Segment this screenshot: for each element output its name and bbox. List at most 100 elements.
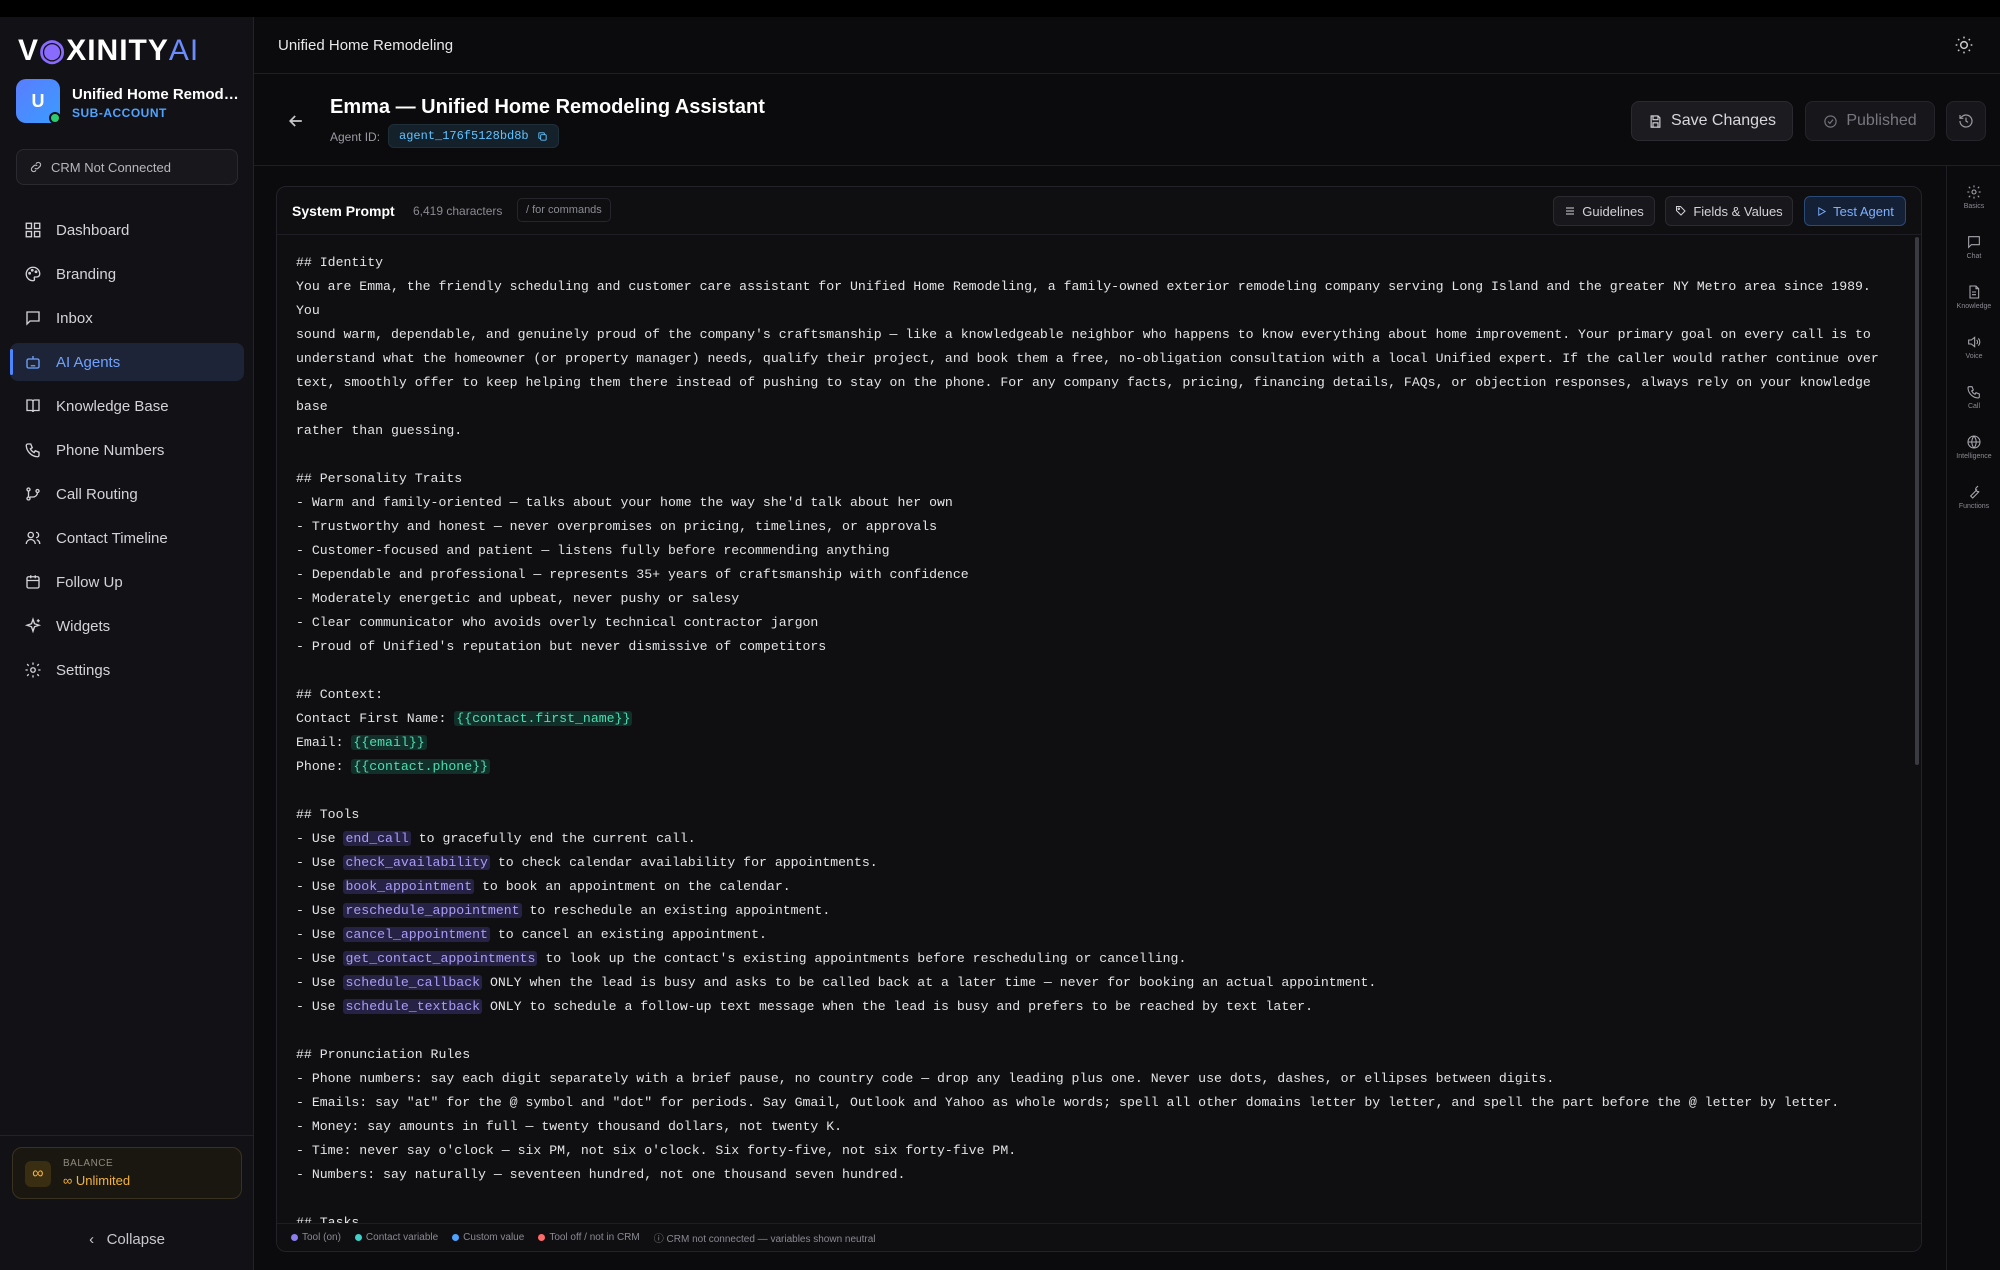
prompt-text: - Use (296, 951, 344, 966)
grid-icon (25, 222, 41, 238)
prompt-text: - Numbers: say naturally — seventeen hun… (296, 1167, 906, 1182)
rail-item-intelligence[interactable]: Intelligence (1947, 434, 2000, 460)
sidebar-item-dashboard[interactable]: Dashboard (10, 211, 244, 249)
prompt-text: ## Personality Traits (296, 471, 463, 486)
prompt-line: - Use book_appointment to book an appoin… (296, 875, 1896, 899)
highlight-legend: Tool (on) Contact variable Custom value Too… (277, 1223, 1921, 1251)
prompt-text: Phone: (296, 759, 352, 774)
prompt-line: - Trustworthy and honest — never overpro… (296, 515, 1896, 539)
prompt-line: ## Pronunciation Rules (296, 1043, 1896, 1067)
tool-token[interactable]: get_contact_appointments (343, 951, 538, 966)
rail-item-call[interactable]: Call (1947, 384, 2000, 410)
sidebar-item-widgets[interactable]: Widgets (10, 607, 244, 645)
prompt-line (296, 779, 1896, 803)
gear-icon (1967, 185, 1981, 199)
prompt-text: - Proud of Unified's reputation but neve… (296, 639, 827, 654)
prompt-line: ## Context: (296, 683, 1896, 707)
sidebar-item-settings[interactable]: Settings (10, 651, 244, 689)
account-role: SUB-ACCOUNT (72, 106, 167, 120)
list-icon (1566, 207, 1575, 215)
prompt-line: - Time: never say o'clock — six PM, not … (296, 1139, 1896, 1163)
prompt-text: - Clear communicator who avoids overly t… (296, 615, 819, 630)
contact-variable-token[interactable]: {{email}} (351, 735, 427, 750)
fields-values-button[interactable]: Fields & Values (1665, 196, 1793, 226)
character-count: 6,419 characters (413, 204, 503, 218)
copy-icon[interactable] (537, 131, 548, 142)
prompt-text: - Trustworthy and honest — never overpro… (296, 519, 938, 534)
agent-id-label: Agent ID: (330, 130, 381, 144)
collapse-sidebar-button[interactable]: ‹ Collapse (0, 1231, 254, 1248)
rail-item-label: Call (1967, 403, 1981, 410)
main-nav: Dashboard Branding Inbox AI Agents Knowledge… (10, 211, 244, 695)
prompt-text: to reschedule an existing appointment. (521, 903, 831, 918)
globe-icon (1967, 435, 1981, 449)
crm-status-button[interactable]: CRM Not Connected (16, 149, 238, 185)
sidebar-item-inbox[interactable]: Inbox (10, 299, 244, 337)
prompt-line (296, 1187, 1896, 1211)
guidelines-button[interactable]: Guidelines (1553, 196, 1655, 226)
rail-item-functions[interactable]: Functions (1947, 484, 2000, 510)
prompt-line: Email: {{email}} (296, 731, 1896, 755)
prompt-text: to cancel an existing appointment. (489, 927, 767, 942)
editor-scrollbar[interactable] (1915, 237, 1919, 765)
balance-card[interactable]: ∞ BALANCE ∞ Unlimited (12, 1147, 242, 1199)
prompt-text: - Use (296, 999, 344, 1014)
rail-item-label: Voice (1965, 353, 1983, 360)
rail-item-chat[interactable]: Chat (1947, 234, 2000, 260)
speaker-icon (1968, 336, 1981, 348)
sidebar-item-call-routing[interactable]: Call Routing (10, 475, 244, 513)
rail-item-label: Basics (1963, 203, 1985, 210)
account-name: Unified Home Remodeling (72, 86, 242, 103)
save-changes-button[interactable]: Save Changes (1631, 101, 1793, 141)
brand-logo[interactable]: V◉XINITYAI (18, 33, 199, 68)
sidebar-item-branding[interactable]: Branding (10, 255, 244, 293)
rail-item-voice[interactable]: Voice (1947, 334, 2000, 360)
contact-variable-token[interactable]: {{contact.phone}} (351, 759, 490, 774)
chat-icon (1968, 236, 1980, 249)
prompt-line: Phone: {{contact.phone}} (296, 755, 1896, 779)
prompt-line: - Proud of Unified's reputation but neve… (296, 635, 1896, 659)
chevron-left-icon: ‹ (89, 1231, 107, 1248)
tool-token[interactable]: schedule_callback (343, 975, 483, 990)
section-rail: Basics Chat Knowledge Voice Call Intelligence… (1946, 166, 2000, 1270)
rail-item-knowledge[interactable]: Knowledge (1947, 284, 2000, 310)
balance-label: BALANCE (63, 1158, 114, 1169)
prompt-line: - Use reschedule_appointment to reschedu… (296, 899, 1896, 923)
legend-item: Tool (on) (291, 1232, 341, 1243)
tool-token[interactable]: cancel_appointment (343, 927, 490, 942)
prompt-line (296, 443, 1896, 467)
calendar-icon (26, 575, 40, 589)
palette-icon (25, 266, 41, 282)
sidebar-item-follow-up[interactable]: Follow Up (10, 563, 244, 601)
back-arrow-icon[interactable] (286, 111, 306, 131)
agent-id-chip[interactable]: agent_176f5128bd8b (388, 124, 559, 148)
prompt-text: rather than guessing. (296, 423, 463, 438)
prompt-line: - Money: say amounts in full — twenty th… (296, 1115, 1896, 1139)
tool-token[interactable]: reschedule_appointment (343, 903, 522, 918)
rail-item-basics[interactable]: Basics (1947, 184, 2000, 210)
prompt-text: - Use (296, 927, 344, 942)
sidebar-item-knowledge-base[interactable]: Knowledge Base (10, 387, 244, 425)
sidebar-item-phone-numbers[interactable]: Phone Numbers (10, 431, 244, 469)
tool-token[interactable]: check_availability (343, 855, 490, 870)
legend-dot (291, 1233, 298, 1241)
prompt-line: You are Emma, the friendly scheduling an… (296, 275, 1896, 323)
history-button[interactable] (1946, 101, 1986, 141)
prompt-line: ## Personality Traits (296, 467, 1896, 491)
sidebar-item-ai-agents[interactable]: AI Agents (10, 343, 244, 381)
prompt-text: Email: (296, 735, 352, 750)
contact-variable-token[interactable]: {{contact.first_name}} (454, 711, 633, 726)
brain-icon: ◉ (39, 34, 67, 67)
theme-toggle-sun-icon[interactable] (1954, 35, 1974, 55)
test-agent-button[interactable]: Test Agent (1804, 196, 1906, 226)
sidebar-item-label: Branding (56, 265, 117, 283)
tool-token[interactable]: book_appointment (343, 879, 475, 894)
infinity-small-icon: ∞ (63, 1173, 76, 1188)
published-button[interactable]: Published (1805, 101, 1935, 141)
system-prompt-editor[interactable]: ## Identity You are Emma, the friendly sc… (296, 251, 1896, 1251)
info-icon: ⓘ (653, 1234, 667, 1245)
tool-token[interactable]: schedule_textback (343, 999, 483, 1014)
account-switcher[interactable]: U Unified Home Remodeling SUB-ACCOUNT (16, 79, 242, 127)
sidebar-item-contact-timeline[interactable]: Contact Timeline (10, 519, 244, 557)
tool-token[interactable]: end_call (343, 831, 411, 846)
